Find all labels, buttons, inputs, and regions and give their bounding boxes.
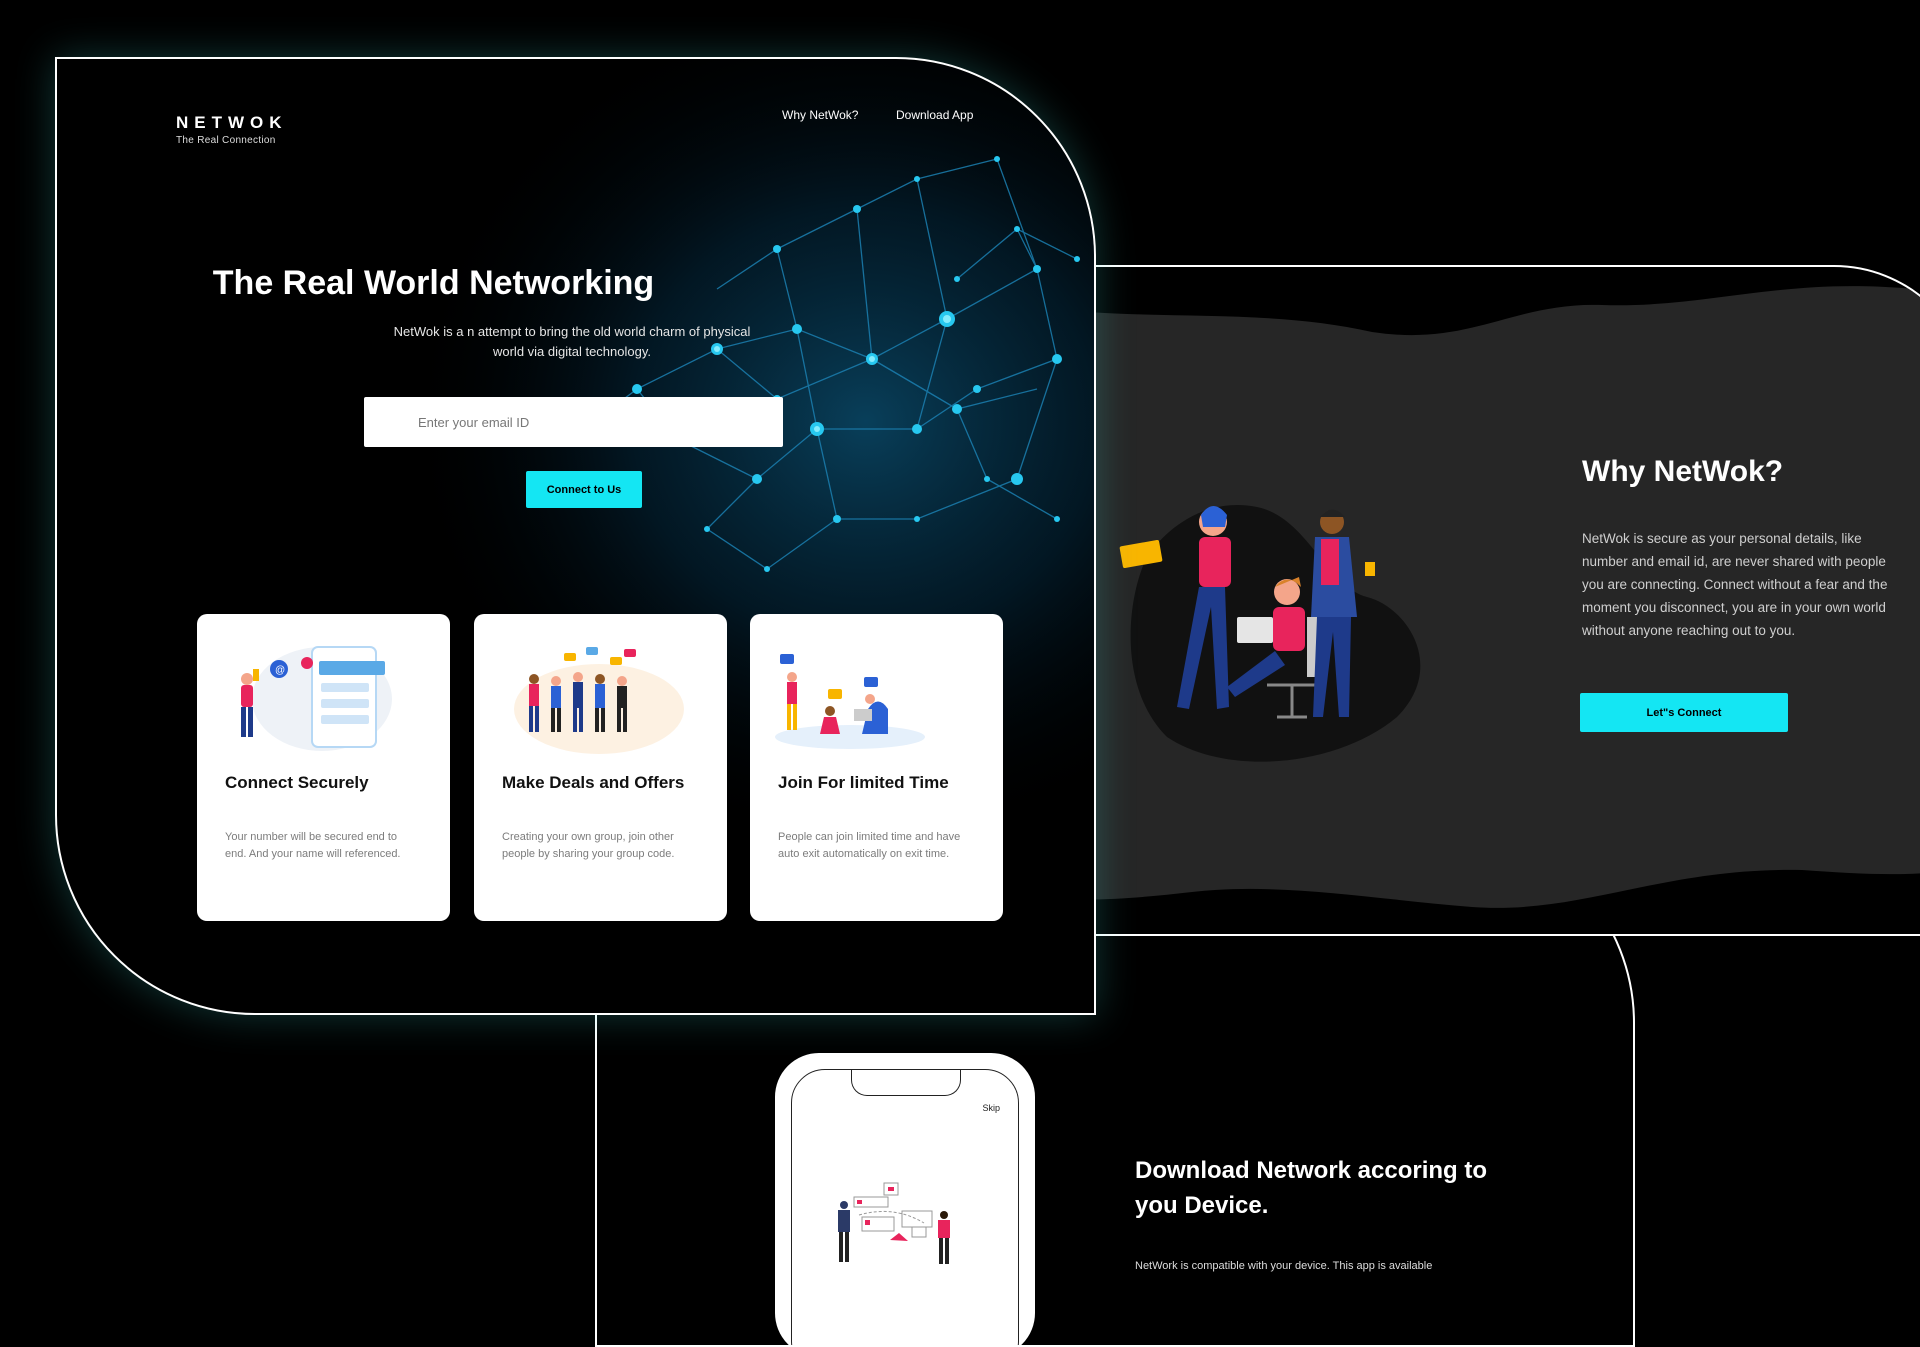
team-illustration [1119,505,1421,762]
svg-text:@: @ [275,665,285,676]
hero-title: The Real World Networking [212,264,655,302]
download-text: NetWork is compatible with your device. … [1135,1260,1433,1272]
phone-screen: Skip [791,1069,1019,1345]
secure-chat-illustration: @ [241,646,392,751]
card-title: Connect Securely [225,773,369,792]
card-title: Join For limited Time [778,773,949,792]
skip-link[interactable]: Skip [982,1103,1000,1113]
card-text: People can join limited time and have au… [778,831,961,860]
share-illustration [838,1182,950,1264]
brand-logo[interactable]: NETWOK The Real Connection [176,113,288,146]
why-section: Why NetWok? NetWok is secure as your per… [1040,265,1920,936]
card-text: Your number will be secured end to end. … [225,831,401,860]
lets-connect-button[interactable]: Let"s Connect [1580,693,1788,732]
card-text: Creating your own group, join other peop… [502,831,675,860]
brand-tagline: The Real Connection [176,135,276,146]
download-title: Download Network accoring to you Device. [1135,1157,1488,1219]
why-description: NetWok is secure as your personal detail… [1582,531,1888,638]
email-input[interactable] [364,397,783,447]
feature-card-make-deals[interactable]: Make Deals and Offers Creating your own … [474,614,727,921]
chat-people-illustration [775,654,925,749]
nav-why-netwok[interactable]: Why NetWok? [782,108,858,122]
brand-name: NETWOK [176,113,288,132]
hero-description: NetWok is a n attempt to bring the old w… [393,324,751,359]
phone-mockup: Skip [775,1053,1035,1345]
card-title: Make Deals and Offers [502,773,685,792]
connect-to-us-button[interactable]: Connect to Us [526,471,642,508]
phone-notch [851,1070,961,1096]
nav-download-app[interactable]: Download App [896,108,973,122]
feature-card-limited-time[interactable]: Join For limited Time People can join li… [750,614,1003,921]
group-meeting-illustration [514,647,684,754]
feature-card-connect-securely[interactable]: @ Connect Securely Your number will be s… [197,614,450,921]
why-title: Why NetWok? [1582,455,1784,488]
hero-section: NETWOK The Real Connection Why NetWok? D… [55,57,1096,1015]
